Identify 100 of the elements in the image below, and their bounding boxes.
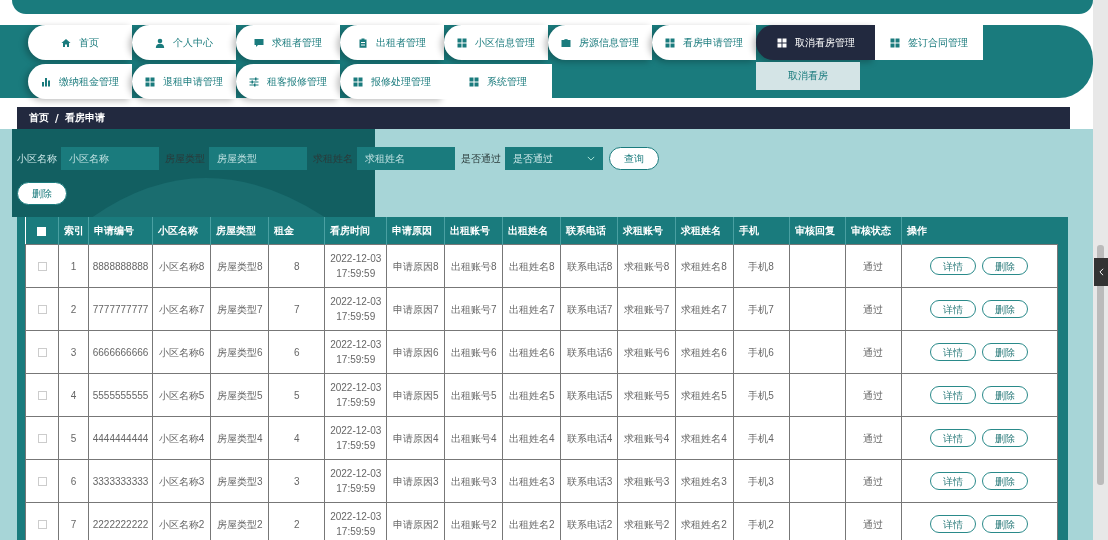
- table-cell: 7777777777: [92, 303, 149, 315]
- table-cell: 联系电话7: [566, 303, 613, 315]
- table-cell: 5555555555: [92, 389, 149, 401]
- table-cell: 手机8: [748, 260, 774, 272]
- column-header: 出租账号: [444, 217, 503, 245]
- column-header: 索引: [58, 217, 89, 245]
- nav-tab[interactable]: 个人中心: [132, 25, 236, 60]
- table-cell: 3: [293, 475, 300, 487]
- table-cell: 通过: [863, 346, 884, 358]
- breadcrumb-item[interactable]: 首页: [29, 111, 49, 125]
- table-cell: 通过: [863, 389, 884, 401]
- grid-icon: [469, 76, 479, 87]
- table-cell: 小区名称7: [158, 303, 205, 315]
- table-cell: 求租账号7: [623, 303, 670, 315]
- delete-button[interactable]: 删除: [982, 300, 1029, 318]
- row-checkbox[interactable]: [37, 477, 47, 487]
- row-checkbox[interactable]: [37, 520, 47, 530]
- nav-tab[interactable]: 租客报修管理: [236, 64, 340, 99]
- details-button[interactable]: 详情: [930, 429, 977, 447]
- table-cell: 联系电话6: [566, 346, 613, 358]
- table-cell: 求租姓名6: [681, 346, 727, 358]
- table-cell: 2022-12-03 17:59:59: [330, 382, 382, 408]
- delete-button[interactable]: 删除: [982, 472, 1029, 490]
- table-cell: 手机4: [748, 432, 774, 444]
- grid-icon: [776, 37, 787, 48]
- table-cell: 出租账号7: [451, 303, 497, 315]
- nav-tab[interactable]: 系统管理: [444, 64, 552, 99]
- nav-tab[interactable]: 取消看房管理: [756, 25, 875, 60]
- delete-button[interactable]: 删除: [982, 386, 1029, 404]
- table-cell: 3333333333: [92, 475, 149, 487]
- side-toggle-button[interactable]: [1094, 258, 1108, 286]
- nav-tab[interactable]: 首页: [28, 25, 132, 60]
- table-cell: 出租姓名5: [509, 389, 555, 401]
- column-header: 租金: [268, 217, 325, 245]
- table-cell: 申请原因8: [393, 260, 439, 272]
- table-cell: 手机5: [748, 389, 774, 401]
- table-cell: 4444444444: [92, 432, 149, 444]
- column-header: 小区名称: [152, 217, 211, 245]
- column-header: 申请原因: [386, 217, 445, 245]
- column-header: 审核状态: [845, 217, 902, 245]
- nav-tab[interactable]: 签订合同管理: [875, 25, 983, 60]
- table-cell: 出租账号5: [451, 389, 497, 401]
- table-cell: 出租姓名4: [509, 432, 555, 444]
- details-button[interactable]: 详情: [930, 257, 977, 275]
- nav-tab[interactable]: 缴纳租金管理: [28, 64, 132, 99]
- column-header: 审核回复: [789, 217, 846, 245]
- delete-button[interactable]: 删除: [17, 182, 67, 205]
- table-cell: 2022-12-03 17:59:59: [330, 468, 382, 494]
- table-cell: 1: [70, 260, 77, 272]
- search-button[interactable]: 查询: [609, 147, 659, 170]
- search-field[interactable]: 小区名称: [61, 147, 159, 170]
- table-cell: 求租姓名8: [681, 260, 727, 272]
- details-button[interactable]: 详情: [930, 343, 977, 361]
- details-button[interactable]: 详情: [930, 472, 977, 490]
- table-cell: 联系电话2: [566, 518, 613, 530]
- search-field[interactable]: 房屋类型: [209, 147, 307, 170]
- breadcrumb-separator: /: [55, 112, 59, 124]
- select-all-checkbox[interactable]: [37, 226, 47, 236]
- table-cell: 8888888888: [92, 260, 149, 272]
- table-cell: 申请原因6: [393, 346, 439, 358]
- nav-tab[interactable]: 看房申请管理: [652, 25, 756, 60]
- row-checkbox[interactable]: [37, 391, 47, 401]
- grid-icon: [890, 37, 900, 48]
- nav-tab[interactable]: 求租者管理: [236, 25, 340, 60]
- nav-tab[interactable]: 退租申请管理: [132, 64, 236, 99]
- submenu-item[interactable]: 取消看房: [756, 62, 860, 90]
- details-button[interactable]: 详情: [930, 515, 977, 533]
- table-cell: 通过: [863, 260, 884, 272]
- row-checkbox[interactable]: [37, 348, 47, 358]
- bar-chart-icon: [41, 76, 51, 87]
- nav-tab[interactable]: 出租者管理: [340, 25, 444, 60]
- details-button[interactable]: 详情: [930, 386, 977, 404]
- table-cell: 求租账号8: [623, 260, 670, 272]
- column-header: 看房时间: [324, 217, 387, 245]
- delete-button[interactable]: 删除: [982, 343, 1029, 361]
- clipboard-icon: [358, 37, 368, 48]
- row-checkbox[interactable]: [37, 305, 47, 315]
- delete-button[interactable]: 删除: [982, 429, 1029, 447]
- table-cell: 求租账号4: [623, 432, 670, 444]
- table-cell: 出租姓名2: [509, 518, 555, 530]
- nav-tab[interactable]: 报修处理管理: [340, 64, 444, 99]
- nav-tab[interactable]: 小区信息管理: [444, 25, 548, 60]
- table-cell: 4: [70, 389, 77, 401]
- details-button[interactable]: 详情: [930, 300, 977, 318]
- table-cell: 2222222222: [92, 518, 149, 530]
- table-cell: 求租姓名5: [681, 389, 727, 401]
- table-cell: 房屋类型2: [216, 518, 263, 530]
- row-checkbox[interactable]: [37, 262, 47, 272]
- chevron-down-icon: [587, 156, 595, 161]
- row-checkbox[interactable]: [37, 434, 47, 444]
- delete-button[interactable]: 删除: [982, 515, 1029, 533]
- delete-button[interactable]: 删除: [982, 257, 1029, 275]
- table-cell: 申请原因7: [393, 303, 439, 315]
- column-header: 操作: [901, 217, 1058, 245]
- search-field[interactable]: 求租姓名: [357, 147, 455, 170]
- briefcase-icon: [561, 37, 571, 48]
- select-field[interactable]: 是否通过: [505, 147, 603, 170]
- scrollbar[interactable]: [1093, 0, 1108, 540]
- nav-tab[interactable]: 房源信息管理: [548, 25, 652, 60]
- table-cell: 求租姓名2: [681, 518, 727, 530]
